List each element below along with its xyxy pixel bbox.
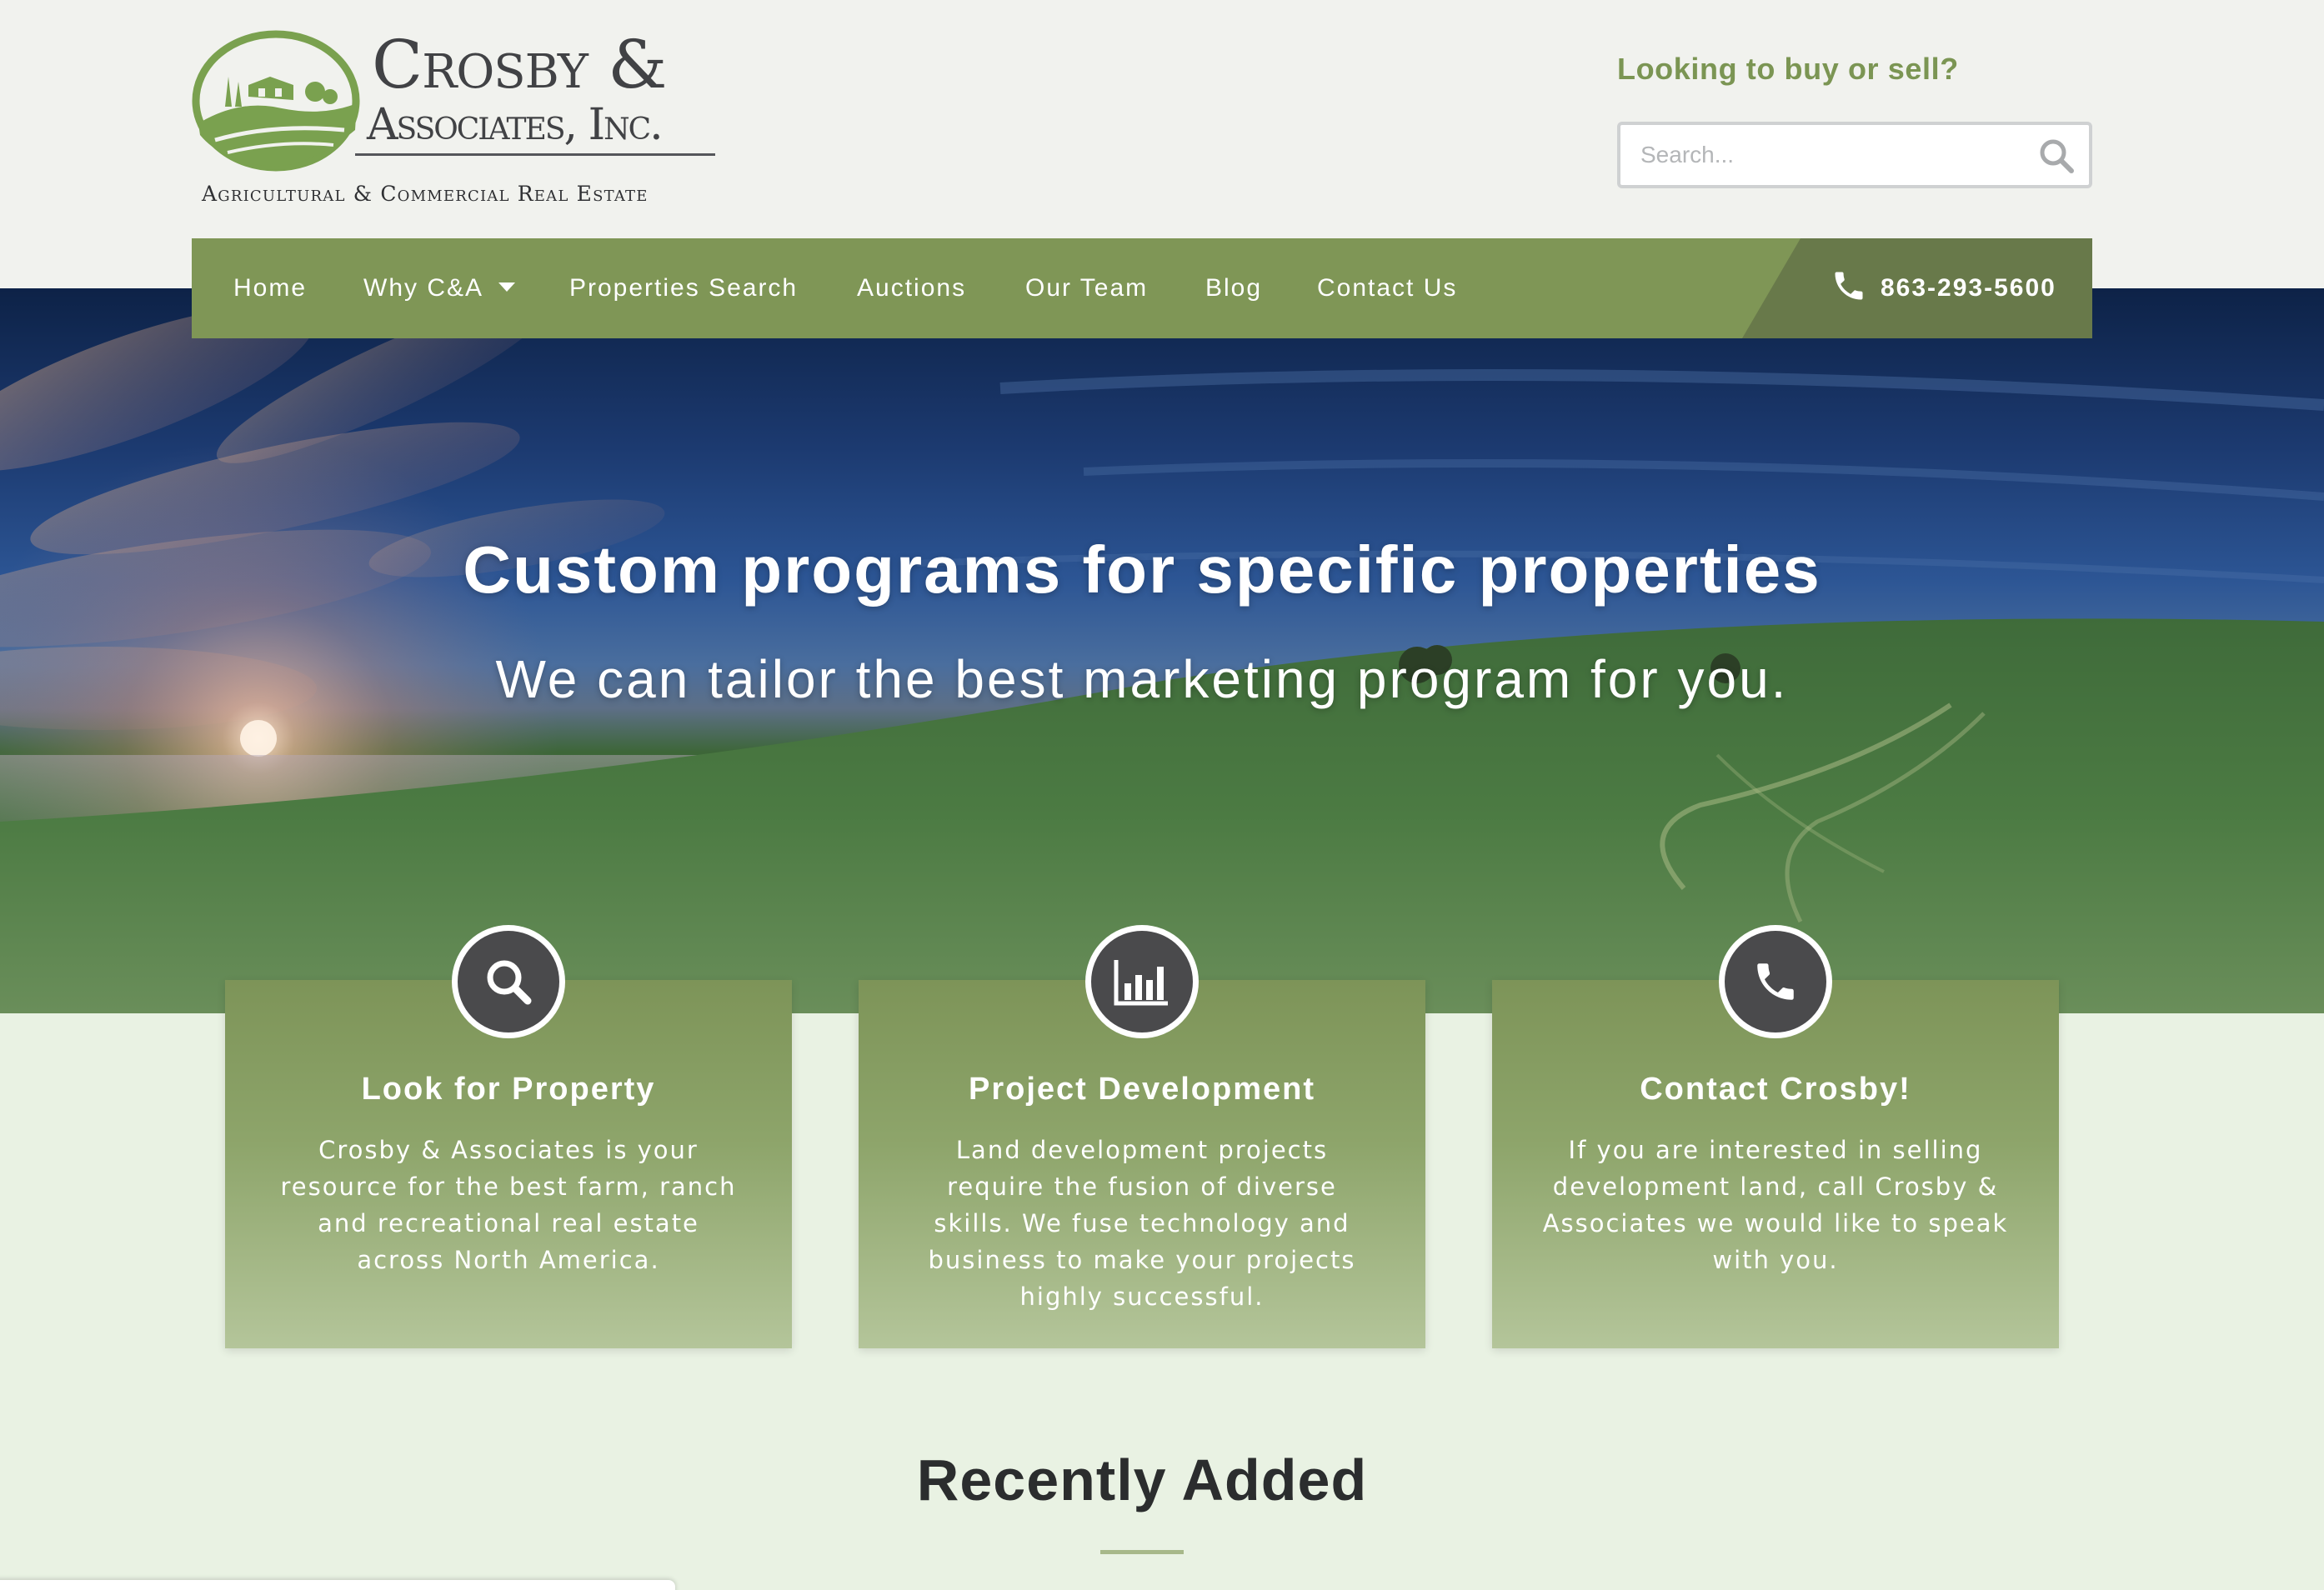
chevron-down-icon	[498, 282, 516, 292]
feature-icon-phone[interactable]	[1719, 925, 1832, 1038]
heading-underline	[1100, 1550, 1184, 1554]
logo-name-line2: Associates, Inc.	[367, 100, 664, 150]
nav-item-properties-search[interactable]: Properties Search	[569, 238, 798, 338]
recently-added-heading: Recently Added	[916, 1448, 1368, 1512]
feature-title: Look for Property	[361, 1072, 656, 1107]
nav-item-blog[interactable]: Blog	[1205, 238, 1262, 338]
property-card-partial[interactable]	[0, 1580, 675, 1590]
feature-title: Project Development	[969, 1072, 1315, 1107]
buy-sell-prompt: Looking to buy or sell?	[1617, 52, 1959, 86]
page: Crosby & Associates, Inc. Agricultural &…	[0, 0, 2324, 1590]
feature-description: If you are interested in selling develop…	[1542, 1136, 2009, 1274]
hero-subtitle: We can tailor the best marketing program…	[495, 649, 1789, 709]
feature-description: Crosby & Associates is your resource for…	[280, 1136, 737, 1274]
hero-banner: Custom programs for specific properties …	[0, 288, 2324, 1013]
search-icon	[2040, 139, 2074, 173]
feature-card-look-for-property[interactable]: Look for Property Crosby & Associates is…	[225, 925, 792, 1348]
hero-title: Custom programs for specific properties	[463, 532, 1821, 607]
search-icon	[487, 960, 532, 1005]
phone-icon	[1757, 963, 1794, 1000]
nav-item-our-team[interactable]: Our Team	[1025, 238, 1148, 338]
nav-phone-link[interactable]: 863-293-5600	[1831, 238, 2056, 338]
feature-card-contact-crosby[interactable]: Contact Crosby! If you are interested in…	[1492, 925, 2059, 1348]
feature-description: Land development projects require the fu…	[928, 1136, 1356, 1311]
feature-title: Contact Crosby!	[1640, 1072, 1911, 1107]
feature-icon-chart[interactable]	[1085, 925, 1199, 1038]
feature-icon-search[interactable]	[452, 925, 565, 1038]
search-button[interactable]	[2037, 137, 2076, 175]
main-nav: Home Why C&A Properties Search Auctions …	[192, 238, 2092, 338]
logo-name-line1: Crosby &	[372, 26, 667, 103]
nav-item-why-ca[interactable]: Why C&A	[363, 238, 516, 338]
search-box	[1617, 122, 2092, 188]
site-logo[interactable]: Crosby & Associates, Inc. Agricultural &…	[190, 30, 717, 213]
phone-icon	[1835, 272, 1863, 300]
nav-item-auctions[interactable]: Auctions	[857, 238, 966, 338]
nav-phone-number: 863-293-5600	[1881, 274, 2056, 302]
logo-tagline: Agricultural & Commercial Real Estate	[202, 182, 649, 206]
logo-emblem-icon	[192, 30, 360, 172]
feature-card-project-development[interactable]: Project Development Land development pro…	[859, 925, 1425, 1348]
nav-item-contact-us[interactable]: Contact Us	[1317, 238, 1457, 338]
logo-divider	[355, 153, 715, 156]
nav-item-home[interactable]: Home	[233, 238, 307, 338]
nav-item-why-ca-label: Why C&A	[363, 274, 484, 302]
search-input[interactable]	[1640, 125, 2024, 185]
chart-icon	[1114, 960, 1168, 1006]
